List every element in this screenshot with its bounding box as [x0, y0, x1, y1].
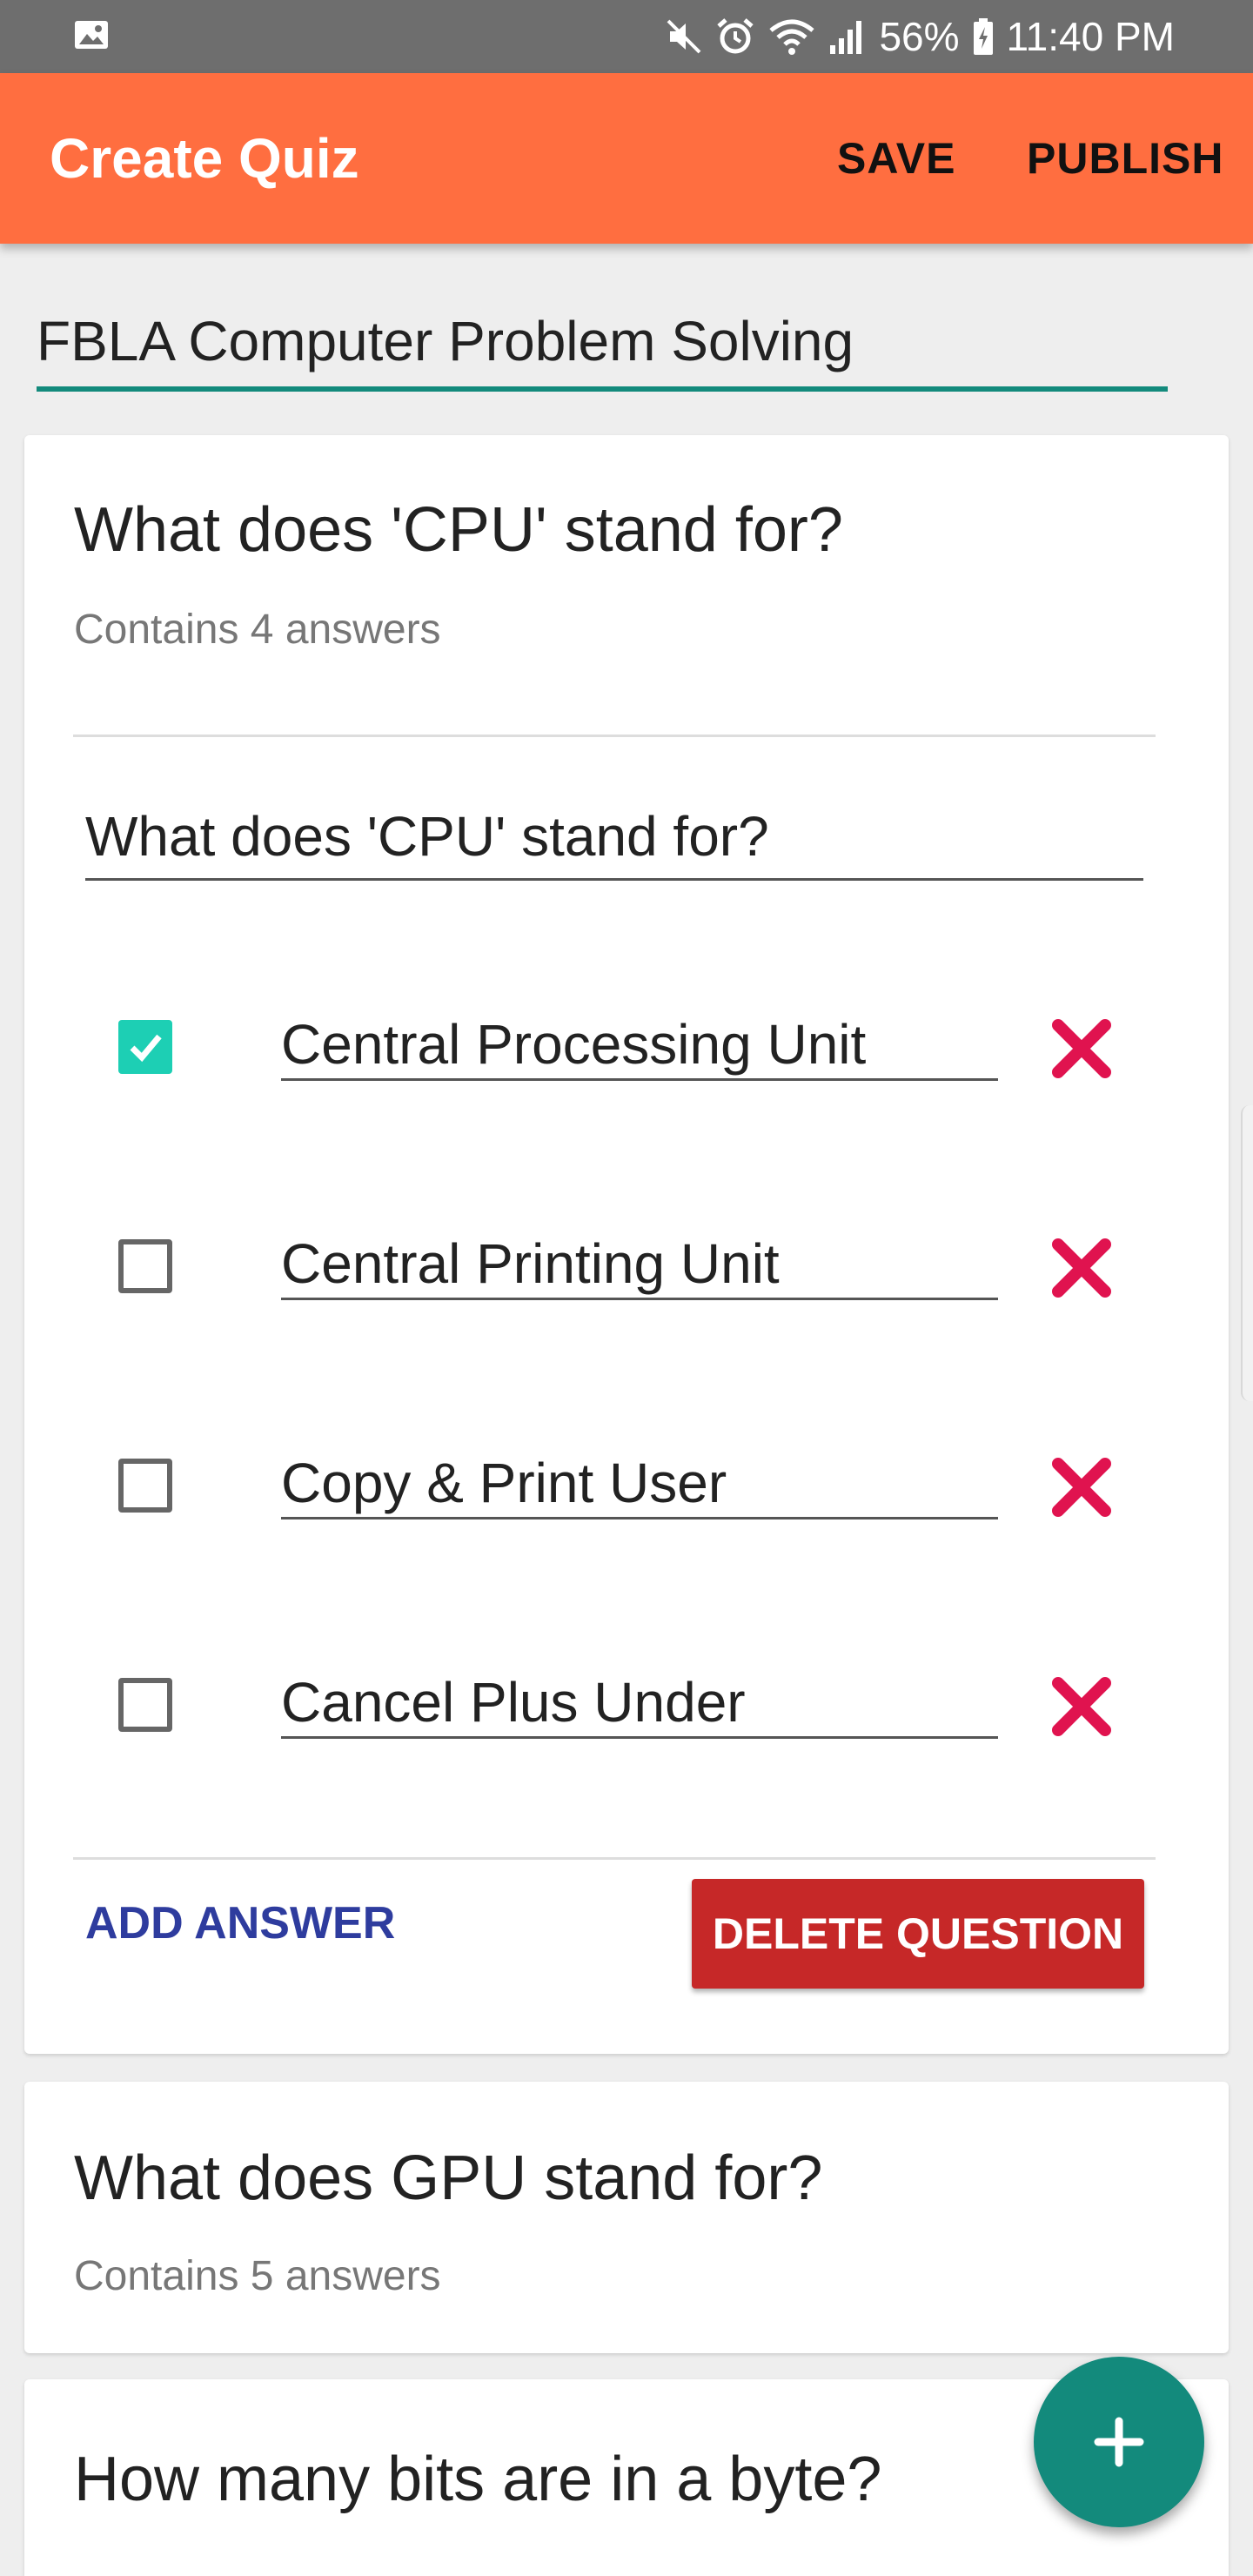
gallery-icon [75, 21, 108, 49]
answer-text-input[interactable] [281, 1432, 998, 1519]
save-button[interactable]: SAVE [837, 73, 955, 244]
answer-text-input[interactable] [281, 994, 998, 1081]
delete-answer-icon[interactable] [1049, 1236, 1114, 1300]
correct-answer-checkbox[interactable] [118, 1678, 172, 1732]
divider [73, 735, 1156, 737]
question-title: How many bits are in a byte? [74, 2445, 882, 2514]
answer-row [24, 1652, 1229, 1756]
correct-answer-checkbox[interactable] [118, 1239, 172, 1293]
signal-icon [830, 21, 862, 54]
delete-question-button[interactable]: DELETE QUESTION [692, 1879, 1144, 1989]
answer-text-input[interactable] [281, 1652, 998, 1739]
correct-answer-checkbox[interactable] [118, 1020, 172, 1074]
question-card[interactable]: What does GPU stand for? Contains 5 answ… [24, 2082, 1229, 2353]
scrollbar[interactable] [1241, 1105, 1253, 1401]
status-bar: 56% 11:40 PM [0, 0, 1253, 73]
app-bar: Create Quiz SAVE PUBLISH [0, 73, 1253, 244]
mute-icon [667, 19, 701, 54]
divider [73, 1857, 1156, 1860]
question-answer-count: Contains 4 answers [74, 607, 441, 653]
question-card-expanded: What does 'CPU' stand for? Contains 4 an… [24, 435, 1229, 2054]
question-text-input[interactable] [85, 794, 1143, 881]
wifi-icon [769, 19, 815, 55]
add-answer-button[interactable]: ADD ANSWER [85, 1871, 395, 1976]
question-title: What does GPU stand for? [74, 2143, 823, 2213]
delete-answer-icon[interactable] [1049, 1674, 1114, 1739]
question-answer-count: Contains 5 answers [74, 2253, 441, 2299]
publish-button[interactable]: PUBLISH [1027, 73, 1223, 244]
check-icon [130, 1034, 162, 1063]
quiz-title-input[interactable] [37, 305, 1168, 392]
plus-icon [1094, 2417, 1144, 2467]
question-title[interactable]: What does 'CPU' stand for? [74, 494, 843, 566]
battery-icon [973, 18, 993, 55]
clock: 11:40 PM [1006, 14, 1175, 59]
answer-text-input[interactable] [281, 1213, 998, 1300]
alarm-icon [717, 18, 754, 54]
correct-answer-checkbox[interactable] [118, 1459, 172, 1513]
battery-percent: 56% [879, 14, 960, 59]
answer-row [24, 1432, 1229, 1537]
add-question-button[interactable] [1034, 2357, 1204, 2527]
answer-row [24, 1213, 1229, 1318]
page-title: Create Quiz [50, 127, 359, 190]
delete-answer-icon[interactable] [1049, 1016, 1114, 1081]
delete-answer-icon[interactable] [1049, 1455, 1114, 1519]
answer-row [24, 994, 1229, 1098]
